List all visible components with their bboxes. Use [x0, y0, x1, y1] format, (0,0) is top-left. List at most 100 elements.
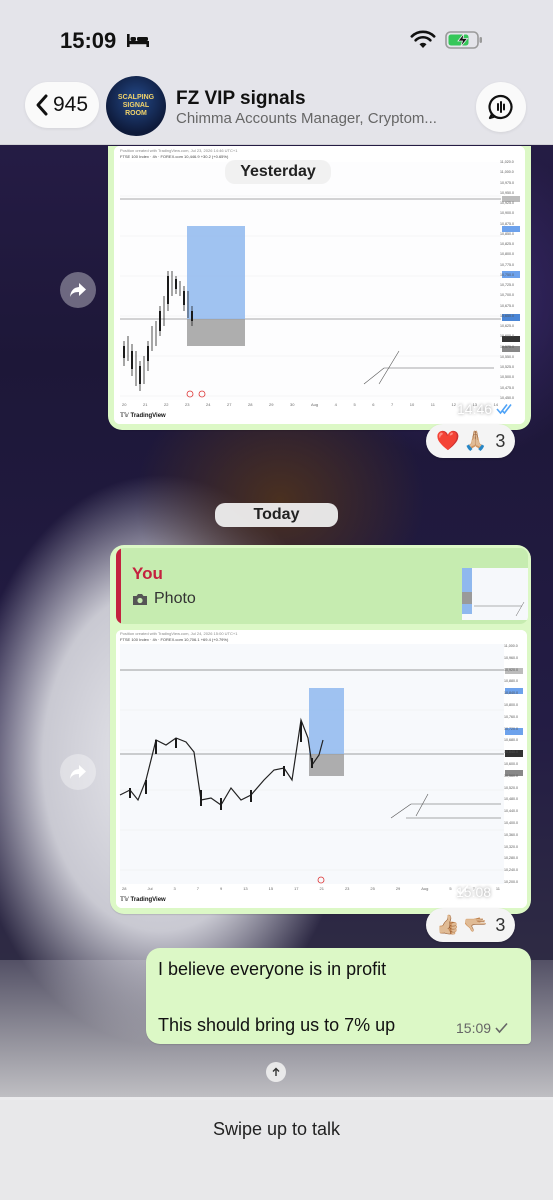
date-tick: Aug: [421, 886, 429, 891]
price-tick: 10,550.0: [500, 354, 514, 359]
price-tick: 10,450.0: [500, 395, 514, 400]
message-text-line-2: This should bring us to 7% up: [158, 1015, 396, 1035]
forward-button[interactable]: [60, 272, 96, 308]
price-tick: 10,775.0: [500, 262, 514, 267]
chat-members[interactable]: Chimma Accounts Manager, Cryptom...: [176, 110, 458, 127]
price-tick: 10,900.0: [500, 211, 514, 216]
delivered-tick-icon: [456, 884, 469, 896]
date-tick: 7: [391, 402, 394, 407]
date-tick: 9: [219, 886, 223, 891]
price-tick: 10,600.0: [500, 334, 514, 339]
reactions-2[interactable]: 👍🏼 🫳🏼 3: [426, 908, 516, 942]
chevron-left-icon: [36, 94, 48, 116]
price-tick: 10,280.0: [504, 856, 518, 861]
tradingview-logo: 𝕋𝕍 TradingView: [120, 897, 166, 903]
battery-charging-icon: [445, 31, 482, 49]
reply-author: You: [132, 564, 163, 583]
price-tick: 10,650.0: [500, 313, 514, 318]
back-button[interactable]: 945: [25, 82, 99, 128]
swipe-up-hint: Swipe up to talk: [212, 1119, 341, 1139]
date-tick: 3: [173, 886, 176, 891]
price-tick: 10,675.0: [500, 303, 514, 308]
reaction-count: 3: [495, 430, 506, 451]
date-tick: 23: [185, 402, 190, 407]
date-separator-yesterday: Yesterday: [225, 160, 331, 184]
date-tick: 5: [353, 402, 356, 407]
chart-symbol: FTSE 100 Index · 4h · FOREX.com 10,706.1…: [120, 637, 229, 642]
date-separator-today: Today: [215, 503, 338, 527]
camera-icon: [133, 593, 147, 605]
reply-preview[interactable]: You Photo: [116, 548, 528, 624]
voice-chat-button[interactable]: [476, 82, 526, 132]
price-tick: 10,950.0: [500, 190, 514, 195]
reply-thumbnail: [462, 568, 528, 620]
date-tick: 29: [269, 402, 274, 407]
forward-button[interactable]: [60, 754, 96, 790]
price-tick: 10,680.0: [504, 738, 518, 743]
price-tick: 10,480.0: [504, 797, 518, 802]
chart-caption: Position created with TradingView.com, J…: [120, 631, 238, 636]
date-tick: 4: [334, 402, 337, 407]
reactions-1[interactable]: ❤️ 🙏🏼 3: [426, 424, 516, 458]
price-tick: 10,400.0: [504, 820, 518, 825]
price-tick: 10,500.0: [500, 375, 514, 380]
date-tick: 11: [430, 402, 435, 407]
price-tick: 10,640.0: [504, 750, 518, 755]
price-tick: 10,600.0: [504, 761, 518, 766]
reaction-count: 3: [495, 914, 506, 935]
price-tick: 11,020.0: [500, 160, 514, 164]
date-tick: 10: [409, 402, 415, 407]
date-tick: 24: [206, 402, 211, 407]
message-time: 15:09: [456, 1020, 509, 1036]
date-tick: 30: [290, 402, 295, 407]
date-tick: 7: [196, 886, 199, 891]
price-tick: 10,320.0: [504, 844, 518, 849]
price-tick: 10,925.0: [500, 201, 514, 205]
price-tick: 10,475.0: [500, 385, 514, 390]
text-message-3[interactable]: I believe everyone is in profit This sho…: [146, 948, 531, 1044]
forward-icon: [70, 283, 86, 297]
bed-icon: [127, 34, 149, 47]
date-tick: 6: [372, 402, 375, 407]
date-tick: 21: [319, 886, 324, 891]
date-tick: 17: [294, 886, 299, 891]
price-tick: 10,700.0: [500, 293, 514, 298]
date-tick: 20: [122, 402, 127, 407]
price-tick: 10,575.0: [500, 344, 514, 349]
forward-icon: [70, 765, 86, 779]
price-tick: 10,560.0: [504, 773, 518, 778]
arrow-up-icon: [272, 1067, 280, 1076]
chart-image-2[interactable]: Position created with TradingView.com, J…: [116, 630, 527, 908]
price-tick: 11,000.0: [504, 644, 518, 648]
tradingview-logo: 𝕋𝕍 TradingView: [120, 413, 166, 419]
date-tick: 5: [449, 886, 452, 891]
date-tick: Aug: [311, 402, 319, 407]
message-text-line-1: I believe everyone is in profit: [158, 959, 387, 979]
reaction-thumbs-up: 👍🏼: [436, 915, 460, 936]
status-time: 15:09: [60, 28, 117, 53]
group-avatar[interactable]: SCALPING SIGNAL ROOM: [106, 76, 166, 136]
scroll-to-bottom-button[interactable]: [266, 1062, 286, 1082]
price-tick: 10,750.0: [500, 272, 514, 277]
date-tick: Jul: [147, 886, 153, 891]
price-tick: 10,975.0: [500, 180, 514, 185]
chart-image-1[interactable]: Position created with TradingView.com, J…: [114, 146, 525, 424]
reply-accent-bar: [116, 548, 121, 624]
date-tick: 15: [268, 886, 274, 891]
date-tick: 22: [164, 402, 169, 407]
chat-title[interactable]: FZ VIP signals: [176, 88, 306, 110]
price-tick: 10,360.0: [504, 832, 518, 837]
reaction-heart: ❤️: [436, 431, 460, 452]
avatar-logo-text: SCALPING SIGNAL ROOM: [117, 94, 155, 117]
price-tick: 10,240.0: [504, 868, 518, 873]
price-tick: 10,850.0: [500, 231, 514, 236]
price-tick: 11,000.0: [500, 170, 514, 175]
date-tick: 11: [495, 886, 500, 891]
message-time: 15:08: [456, 884, 492, 900]
chat-header: 15:09 945 SCALPING SIGNAL ROOM FZ VIP si…: [0, 0, 553, 145]
chart-caption: Position created with TradingView.com, J…: [120, 148, 238, 153]
reaction-hand: 🫳🏼: [463, 915, 488, 936]
price-tick: 10,880.0: [504, 679, 518, 684]
composer-bar[interactable]: Swipe up to talk: [0, 1097, 553, 1200]
image-message-1[interactable]: Position created with TradingView.com, J…: [108, 146, 531, 430]
